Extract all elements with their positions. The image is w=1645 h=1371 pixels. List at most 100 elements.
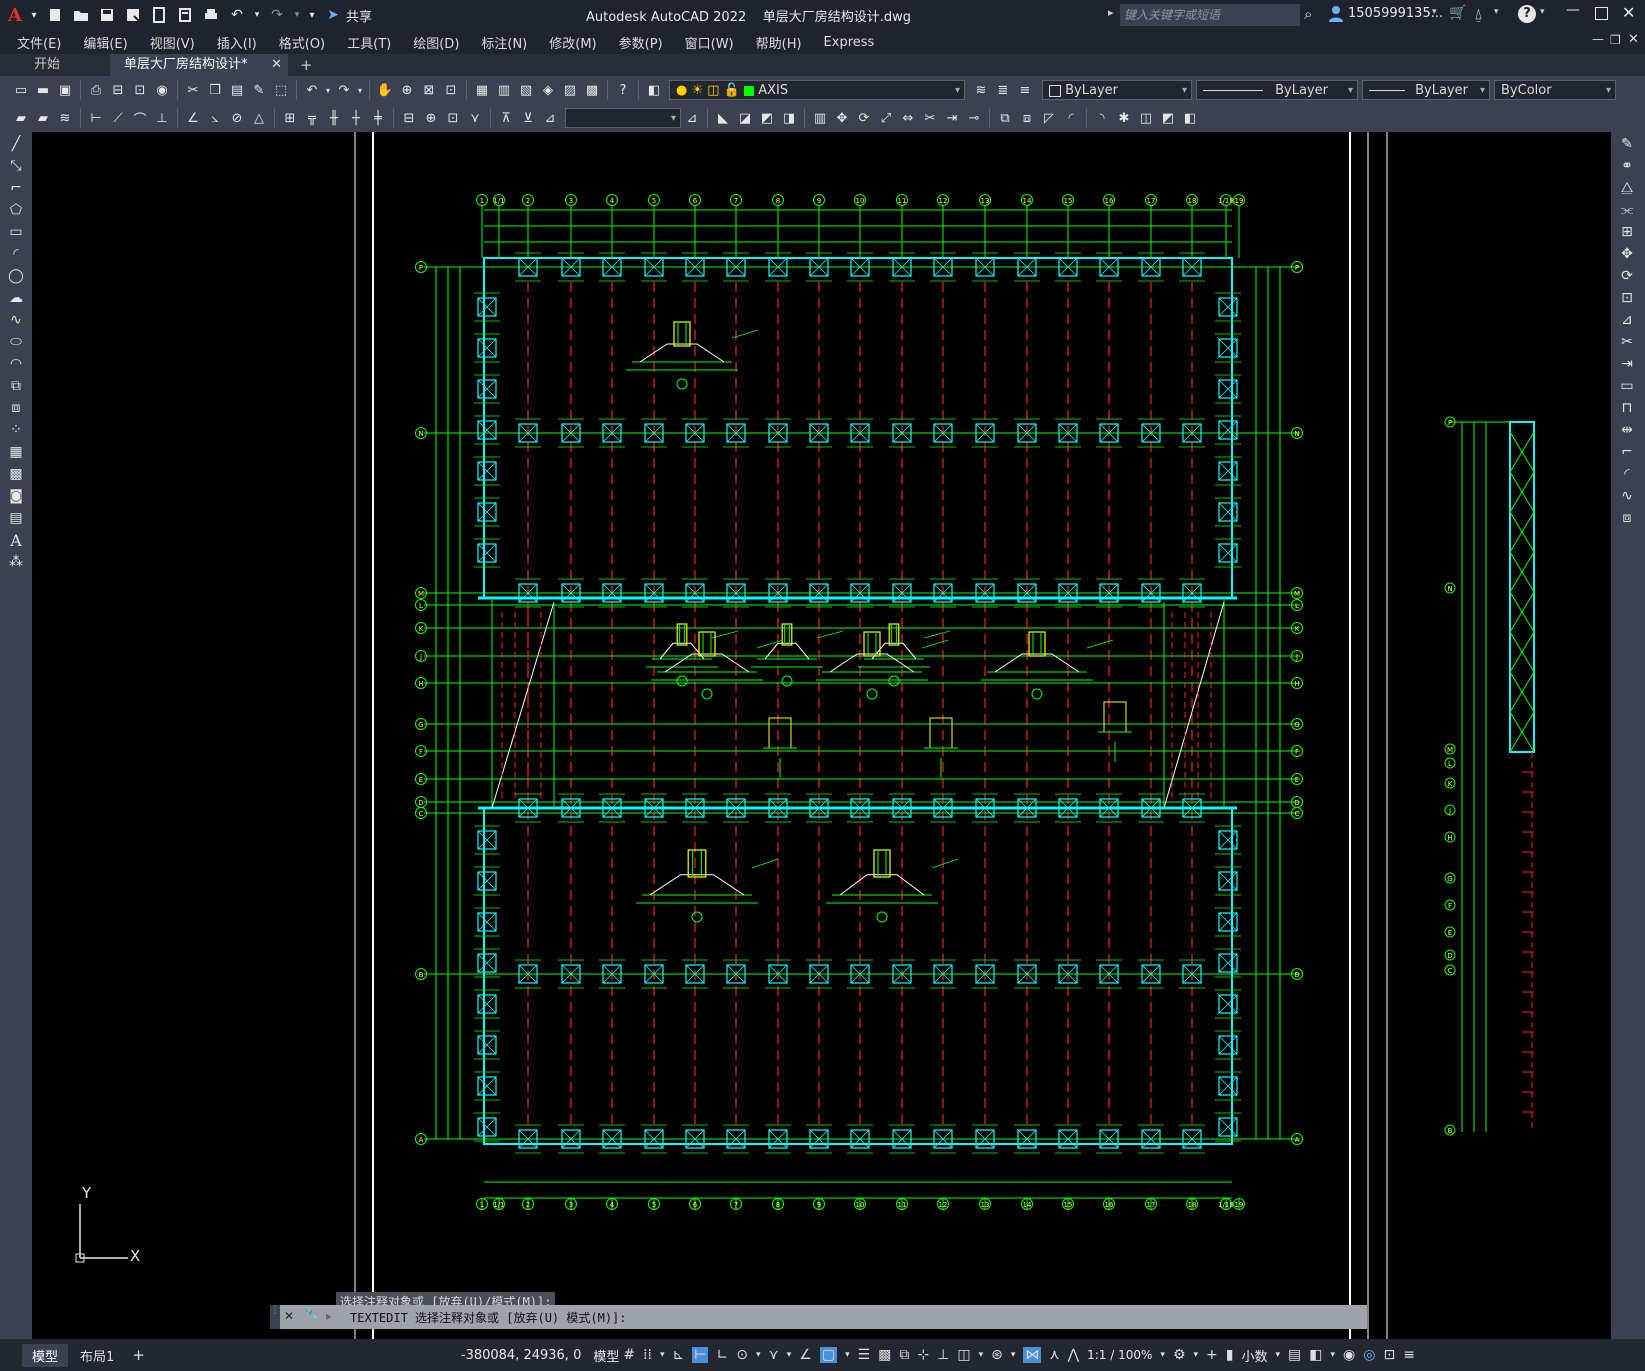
break-point-r-icon[interactable]: ▭ [1616,376,1638,396]
copy-r-icon[interactable]: ⚭ [1616,156,1638,176]
sheet-icon-2[interactable]: ▰ [33,108,53,128]
isodraft-dropdown-icon[interactable]: ▾ [787,1350,792,1360]
search-input[interactable]: 键入关键字或短语 [1120,4,1300,26]
snap-dropdown-icon[interactable]: ▾ [660,1350,665,1360]
zoom-window-icon[interactable]: ⊠ [419,80,439,100]
hatch-icon[interactable]: ▦ [5,442,27,462]
layer-properties-icon[interactable]: ◧ [644,80,664,100]
chamfer-r-icon[interactable]: ⌐ [1616,442,1638,462]
publish-dwf-icon[interactable]: ◉ [152,80,172,100]
layer-previous-icon[interactable]: ≣ [993,80,1013,100]
quick-properties-icon[interactable]: ▤ [1288,1347,1301,1363]
lock-dropdown-icon[interactable]: ▾ [1331,1350,1336,1360]
cad-drawing[interactable]: 111/11/122334455667788991010111112121313… [32,132,1611,1339]
dim-break-icon[interactable]: ╪ [368,108,388,128]
mtext-icon[interactable]: A [5,530,27,550]
osnap-icon[interactable]: ▢ [819,1347,838,1363]
insert-block-icon[interactable]: ⧉ [5,376,27,396]
doc-close-icon[interactable]: ✕ [1628,32,1639,47]
user-icon[interactable] [1328,5,1344,23]
join-icon[interactable]: ⧈ [1017,108,1037,128]
explode-icon[interactable]: ✱ [1114,108,1134,128]
tolerance-icon[interactable]: ⊟ [399,108,419,128]
workspace-gear-icon[interactable]: ⚙ [1173,1347,1186,1363]
menu-edit[interactable]: 编辑(E) [72,33,138,52]
undo-icon[interactable]: ↶ [226,4,248,26]
linetype-combo[interactable]: ByLayer ▾ [1196,80,1358,100]
user-name[interactable]: 1505999135... [1348,6,1443,21]
open-file-icon[interactable]: ▬ [33,80,53,100]
a360-dropdown-icon[interactable]: ▾ [1494,7,1499,17]
units-dropdown-icon[interactable]: ▾ [1276,1350,1281,1360]
dynamic-ucs-icon[interactable]: ⊥ [937,1347,949,1363]
properties-icon[interactable]: ▦ [472,80,492,100]
menu-parametric[interactable]: 参数(P) [608,33,674,52]
web-icon[interactable] [174,4,196,26]
paste-icon[interactable]: ▤ [227,80,247,100]
autodesk-a360-icon[interactable]: ⍙ [1474,5,1483,23]
user-dropdown-icon[interactable]: ▾ [1432,7,1437,17]
rotate-icon[interactable]: ⟳ [854,108,874,128]
quickcalc-icon[interactable]: ▩ [582,80,602,100]
drawing-canvas[interactable]: 1 1 1/1 1/1 2 2 3 3 4 4 5 5 6 6 7 7 8 8 9 9 10 10 11 11 12 12 13 13… [32,132,1611,1339]
share-label[interactable]: 共享 [346,6,372,25]
modify-icon-a[interactable]: ◫ [1136,108,1156,128]
menu-modify[interactable]: 修改(M) [538,33,607,52]
trim-r-icon[interactable]: ✂ [1616,332,1638,352]
isolate-icon[interactable]: ◉ [1343,1347,1355,1363]
scale-icon[interactable]: ⤢ [876,108,896,128]
ortho-icon[interactable]: ∟ [716,1347,728,1363]
stretch-r-icon[interactable]: ⊿ [1616,310,1638,330]
annotation-visibility-icon[interactable]: ⋈ [1023,1347,1042,1363]
stretch-icon[interactable]: ⇔ [898,108,918,128]
tool-palettes-icon[interactable]: ▧ [516,80,536,100]
redo-tb-dd-icon[interactable]: ▾ [356,80,364,100]
erase-icon[interactable]: ◣ [713,108,733,128]
arc-icon[interactable]: ◜ [5,244,27,264]
dim-linear-icon[interactable]: ⊢ [86,108,106,128]
help-tb-icon[interactable]: ? [613,80,633,100]
fillet-r-icon[interactable]: ◜ [1616,464,1638,484]
auto-scale-icon[interactable]: ⋏ [1049,1347,1059,1363]
quick-dim-icon[interactable]: ⊞ [280,108,300,128]
break-r-icon[interactable]: ⊓ [1616,398,1638,418]
snap-icon[interactable]: ⁞⁞ [643,1347,652,1363]
menu-insert[interactable]: 插入(I) [206,33,268,52]
help-icon[interactable]: ? [1518,5,1536,23]
offset-r-icon[interactable]: ⫘ [1616,200,1638,220]
ellipse-icon[interactable]: ⬭ [5,332,27,352]
construction-line-icon[interactable]: ⤡ [5,156,27,176]
block-editor-icon[interactable]: ⬚ [271,80,291,100]
menu-tools[interactable]: 工具(T) [336,33,402,52]
save-icon[interactable] [96,4,118,26]
minimize-icon[interactable]: — [1566,2,1580,18]
sheet-icon-1[interactable]: ▰ [11,108,31,128]
scale-dropdown-icon[interactable]: ▾ [1160,1350,1165,1360]
selection-cycling-icon[interactable]: ⧉ [899,1347,909,1363]
command-line-handle[interactable]: ⋮ [270,1305,280,1329]
doc-restore-icon[interactable]: ❐ [1610,33,1621,47]
trim-icon[interactable]: ✂ [920,108,940,128]
design-center-icon[interactable]: ▥ [494,80,514,100]
menu-file[interactable]: 文件(E) [6,33,72,52]
add-tab-button[interactable]: + [288,54,325,76]
make-block-icon[interactable]: ⧈ [5,398,27,418]
new-icon[interactable] [44,4,66,26]
move-icon[interactable]: ✥ [832,108,852,128]
menu-express[interactable]: Express [813,35,886,50]
dim-arc-icon[interactable]: ⌒ [130,108,150,128]
units-value[interactable]: 小数 [1242,1346,1268,1365]
dynamic-input-icon[interactable]: ⊢ [692,1347,709,1363]
point-icon[interactable]: ⁘ [5,420,27,440]
blend-r-icon[interactable]: ∿ [1616,486,1638,506]
saveas-icon[interactable] [122,4,144,26]
command-line[interactable]: ▸ TEXTEDIT 选择注释对象或 [放弃(U) 模式(M)]: [280,1305,1367,1329]
region-icon[interactable]: ◙ [5,486,27,506]
tab-drawing[interactable]: 单层大厂房结构设计* ✕ [110,54,288,76]
spline-icon[interactable]: ∿ [5,310,27,330]
annotation-scale-icon[interactable]: ⋀ [1068,1347,1079,1363]
copy-obj-icon[interactable]: ◪ [735,108,755,128]
undo-tb-dd-icon[interactable]: ▾ [324,80,332,100]
share-icon[interactable]: ➤ [322,4,344,26]
dim-radius-icon[interactable]: ∠ [183,108,203,128]
